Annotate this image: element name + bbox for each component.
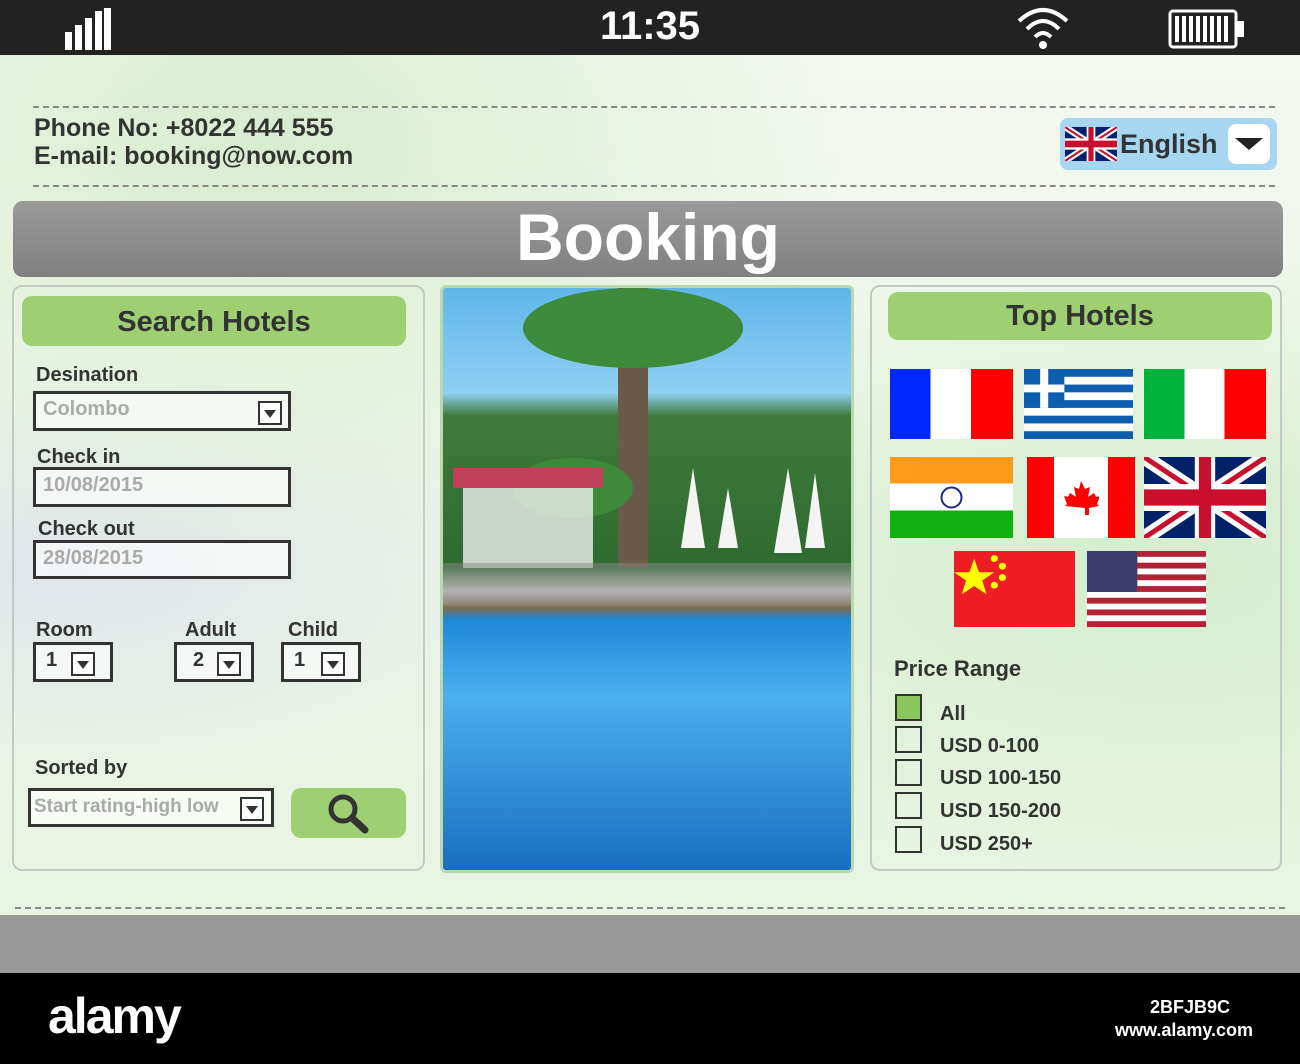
hotel-pool-photo [440,285,854,873]
price-range-title: Price Range [894,656,1022,681]
top-hotels-header: Top Hotels [888,292,1272,340]
price-checkbox-100-150[interactable] [895,759,922,786]
watermark-url: www.alamy.com [1115,1020,1254,1040]
checkout-label: Check out [38,518,135,540]
divider [33,106,1275,108]
divider [33,185,1275,187]
watermark-footer: alamy 2BFJB9C www.alamy.com [0,973,1300,1064]
photo-illustration [443,288,851,603]
chevron-down-icon [240,797,264,821]
italy-flag[interactable] [1144,369,1266,439]
child-value: 1 [294,649,306,671]
checkin-input[interactable]: 10/08/2015 [33,467,291,507]
search-hotels-header: Search Hotels [22,296,406,346]
adult-value: 2 [193,649,205,671]
adult-label: Adult [185,619,237,641]
phone-number: Phone No: +8022 444 555 [34,114,334,142]
uk-flag-icon [1065,127,1117,161]
india-flag[interactable] [890,457,1013,538]
page-title: Booking [13,201,1283,277]
price-option-label: USD 100-150 [940,767,1062,789]
divider [15,907,1285,909]
search-icon [328,794,368,834]
checkin-label: Check in [37,446,121,468]
bottom-bar [0,915,1300,973]
status-bar: 11:35 [0,0,1300,55]
usa-flag[interactable] [1087,551,1206,627]
child-select[interactable]: 1 [281,642,361,682]
greece-flag[interactable] [1024,369,1133,439]
adult-select[interactable]: 2 [174,642,254,682]
checkout-input[interactable]: 28/08/2015 [33,540,291,579]
price-option-label: USD 250+ [940,833,1033,855]
maple-leaf-icon [1064,481,1099,515]
watermark-logo: alamy [48,988,182,1044]
china-flag[interactable] [954,551,1075,627]
search-button[interactable] [291,788,406,838]
price-checkbox-all[interactable] [895,694,922,721]
watermark-id: 2BFJB9C [1150,997,1231,1017]
clock: 11:35 [599,4,701,48]
destination-label: Desination [36,364,139,386]
chakra-icon [940,486,963,509]
france-flag[interactable] [890,369,1013,439]
language-label: English [1120,129,1218,159]
destination-value: Colombo [43,398,130,420]
price-option-label: USD 0-100 [940,735,1039,757]
room-label: Room [36,619,93,641]
sorted-by-label: Sorted by [35,757,128,779]
language-select[interactable]: English [1060,118,1277,170]
room-select[interactable]: 1 [33,642,113,682]
child-label: Child [288,619,338,641]
room-value: 1 [46,649,58,671]
destination-select[interactable]: Colombo [33,391,291,431]
chevron-down-icon[interactable] [1228,124,1270,164]
chevron-down-icon [258,401,282,425]
price-option-label: USD 150-200 [940,800,1062,822]
email: E-mail: booking@now.com [34,142,354,170]
price-checkbox-150-200[interactable] [895,792,922,819]
price-checkbox-0-100[interactable] [895,726,922,753]
chevron-down-icon [71,652,95,676]
sort-value: Start rating-high low [34,796,219,817]
price-checkbox-250-plus[interactable] [895,826,922,853]
sort-select[interactable]: Start rating-high low [28,788,274,827]
chevron-down-icon [321,652,345,676]
chevron-down-icon [217,652,241,676]
canada-flag[interactable] [1027,457,1135,538]
wifi-icon [1017,8,1069,49]
uk-flag[interactable] [1144,457,1266,538]
battery-icon [1168,9,1244,49]
price-option-label: All [940,703,966,725]
